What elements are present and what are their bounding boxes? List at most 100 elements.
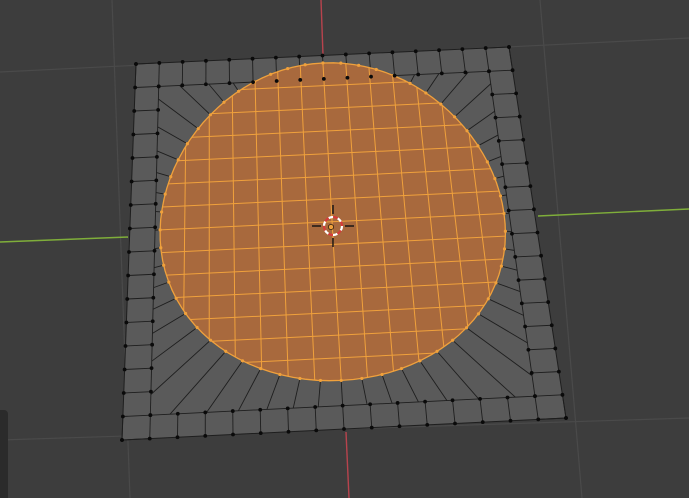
vertex[interactable] [120,438,124,442]
selected-vertex[interactable] [360,376,364,381]
selected-vertex[interactable] [240,359,245,363]
vertex[interactable] [345,75,350,80]
toolbar-tab[interactable] [0,410,8,498]
vertex[interactable] [510,231,514,236]
vertex[interactable] [251,80,255,84]
selected-vertex[interactable] [339,378,343,383]
selected-vertex[interactable] [196,127,200,131]
vertex[interactable] [524,161,529,165]
vertex[interactable] [560,392,565,397]
vertex[interactable] [500,162,505,166]
vertex[interactable] [450,398,455,403]
vertex[interactable] [487,69,491,74]
vertex[interactable] [156,84,161,89]
vertex[interactable] [258,431,263,436]
vertex[interactable] [250,56,255,61]
vertex[interactable] [483,46,488,50]
vertex[interactable] [425,422,430,427]
vertex[interactable] [127,226,132,231]
selected-vertex[interactable] [339,61,343,65]
vertex[interactable] [175,411,180,416]
vertex[interactable] [153,225,158,230]
selected-vertex[interactable] [259,367,263,371]
selected-vertex[interactable] [435,349,439,353]
vertex[interactable] [130,156,135,160]
vertex[interactable] [533,394,537,399]
vertex[interactable] [539,253,543,258]
vertex[interactable] [150,319,155,324]
vertex[interactable] [153,201,158,206]
vertex[interactable] [120,414,125,419]
vertex[interactable] [180,83,185,88]
vertex[interactable] [155,131,160,136]
selected-vertex[interactable] [169,175,173,179]
vertex[interactable] [125,297,130,301]
vertex[interactable] [390,50,395,55]
vertex[interactable] [367,51,372,56]
selected-vertex[interactable] [494,281,498,285]
selected-vertex[interactable] [167,280,171,284]
selected-vertex[interactable] [357,63,361,67]
selected-vertex[interactable] [237,89,241,93]
vertex[interactable] [368,402,373,407]
selected-vertex[interactable] [485,160,489,164]
selected-vertex[interactable] [452,115,457,119]
vertex[interactable] [131,132,136,137]
selected-vertex[interactable] [185,142,189,146]
vertex[interactable] [416,72,421,77]
selected-vertex[interactable] [399,366,404,371]
vertex[interactable] [549,323,554,328]
vertex[interactable] [460,47,465,52]
vertex[interactable] [149,366,154,371]
selected-vertex[interactable] [298,376,302,381]
vertex[interactable] [298,78,303,82]
vertex[interactable] [510,68,515,73]
vertex[interactable] [490,92,495,97]
vertex[interactable] [152,272,156,277]
vertex[interactable] [480,420,485,425]
selected-vertex[interactable] [224,349,228,353]
vertex[interactable] [369,425,374,430]
selected-vertex[interactable] [159,246,163,250]
3d-viewport[interactable] [0,0,689,498]
vertex[interactable] [369,74,373,79]
vertex[interactable] [203,433,208,438]
vertex[interactable] [528,184,533,189]
vertex[interactable] [133,85,138,90]
vertex[interactable] [258,407,263,412]
selected-vertex[interactable] [278,372,282,377]
selected-vertex[interactable] [439,102,443,106]
vertex[interactable] [297,54,302,59]
vertex[interactable] [463,70,468,75]
vertex[interactable] [553,346,558,351]
selected-vertex[interactable] [176,158,180,162]
selected-vertex[interactable] [498,194,503,198]
vertex[interactable] [508,418,513,423]
vertex[interactable] [343,52,348,57]
vertex[interactable] [286,429,291,434]
vertex[interactable] [151,295,156,300]
vertex[interactable] [517,114,522,119]
vertex[interactable] [121,391,126,395]
vertex[interactable] [175,435,180,440]
vertex[interactable] [157,61,162,65]
vertex[interactable] [514,91,519,96]
selected-vertex[interactable] [476,144,480,148]
vertex[interactable] [274,79,279,83]
vertex[interactable] [392,73,397,78]
selected-vertex[interactable] [476,312,481,316]
vertex[interactable] [231,432,235,437]
vertex[interactable] [496,138,501,143]
vertex[interactable] [340,403,345,408]
selected-vertex[interactable] [380,372,384,377]
vertex[interactable] [521,137,526,142]
selected-vertex[interactable] [163,192,167,196]
selected-vertex[interactable] [303,63,307,67]
selected-vertex[interactable] [162,263,166,267]
vertex[interactable] [148,413,153,418]
vertex[interactable] [526,347,531,352]
vertex[interactable] [149,389,153,394]
vertex[interactable] [313,405,318,409]
vertex[interactable] [203,410,208,415]
vertex[interactable] [132,109,137,113]
